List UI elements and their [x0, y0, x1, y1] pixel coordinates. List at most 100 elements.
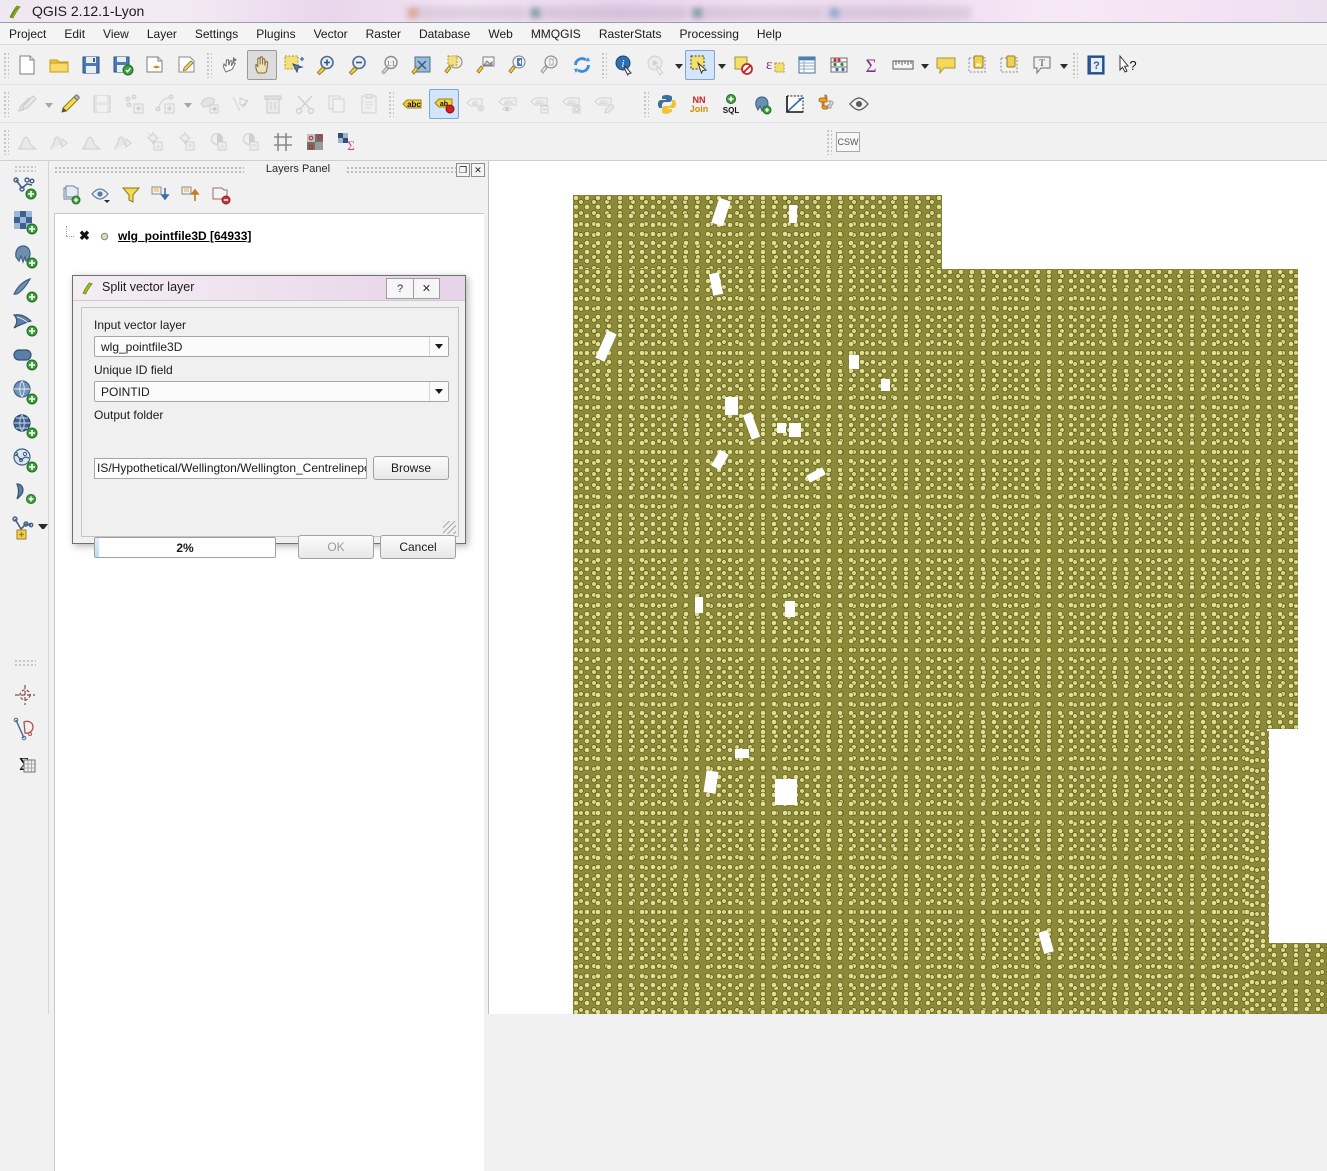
manage-layer-visibility-icon[interactable] — [88, 182, 114, 208]
ok-button[interactable]: OK — [298, 535, 374, 559]
new-vector-layer-icon[interactable] — [9, 512, 41, 544]
increase-contrast-icon[interactable] — [204, 127, 234, 157]
menu-raster[interactable]: Raster — [357, 24, 410, 44]
new-print-composer-icon[interactable] — [140, 50, 170, 80]
raster-histogram-stretch-icon[interactable] — [44, 127, 74, 157]
composer-manager-icon[interactable] — [172, 50, 202, 80]
cancel-button[interactable]: Cancel — [380, 535, 456, 559]
chevron-down-icon[interactable] — [429, 337, 448, 356]
csw-metasearch-icon[interactable]: CSW — [835, 127, 861, 157]
layer-visibility-checkbox[interactable]: ✖ — [77, 228, 92, 244]
menu-rasterstats[interactable]: RasterStats — [590, 24, 671, 44]
nnjoin-icon[interactable]: NN Join — [684, 89, 714, 119]
current-edits-icon[interactable] — [12, 89, 42, 119]
show-hide-labels-icon[interactable]: abc — [493, 89, 523, 119]
zonal-statistics-icon[interactable]: Σ — [9, 747, 41, 779]
remove-layer-icon[interactable] — [208, 182, 234, 208]
panel-close-button[interactable]: ✕ — [471, 163, 485, 177]
move-label-icon[interactable]: abc — [525, 89, 555, 119]
plot-tool-icon[interactable] — [780, 89, 810, 119]
whats-this-icon[interactable]: ? — [1113, 50, 1143, 80]
chevron-down-icon[interactable] — [429, 382, 448, 401]
create-vector-layer-icon[interactable] — [9, 713, 41, 745]
save-layer-edits-icon[interactable] — [87, 89, 117, 119]
select-dropdown-caret[interactable] — [716, 51, 727, 79]
add-spatialite-layer-icon[interactable] — [9, 274, 41, 306]
save-project-as-icon[interactable] — [108, 50, 138, 80]
open-project-icon[interactable] — [44, 50, 74, 80]
increase-brightness-icon[interactable] — [140, 127, 170, 157]
delete-selected-icon[interactable] — [258, 89, 288, 119]
python-console-icon[interactable] — [652, 89, 682, 119]
current-edits-caret[interactable] — [43, 90, 54, 118]
dialog-resize-grip[interactable] — [443, 521, 456, 534]
map-tips-icon[interactable] — [931, 50, 961, 80]
menu-mmqgis[interactable]: MMQGIS — [522, 24, 590, 44]
show-all-layers-icon[interactable] — [844, 89, 874, 119]
pan-to-selection-icon[interactable] — [279, 50, 309, 80]
paste-features-icon[interactable] — [354, 89, 384, 119]
new-bookmark-icon[interactable] — [963, 50, 993, 80]
zoom-native-resolution-icon[interactable]: 1:1 — [375, 50, 405, 80]
menu-settings[interactable]: Settings — [186, 24, 247, 44]
help-contents-icon[interactable]: ? — [1081, 50, 1111, 80]
measure-line-icon[interactable] — [888, 50, 918, 80]
add-line-feature-icon[interactable] — [151, 89, 181, 119]
raster-histogram-icon[interactable] — [12, 127, 42, 157]
zoom-next-icon[interactable] — [535, 50, 565, 80]
new-layer-dropdown-caret[interactable] — [38, 524, 48, 534]
filter-legend-icon[interactable] — [118, 182, 144, 208]
map-canvas[interactable] — [488, 161, 1327, 1014]
add-mssql-layer-icon[interactable] — [9, 308, 41, 340]
deselect-features-icon[interactable] — [728, 50, 758, 80]
measure-dropdown-caret[interactable] — [919, 51, 930, 79]
pin-labels-icon[interactable]: ab — [461, 89, 491, 119]
panel-float-button[interactable]: ❐ — [456, 163, 470, 177]
pan-map-icon[interactable] — [247, 49, 277, 80]
output-folder-input[interactable]: IS/Hypothetical/Wellington/Wellington_Ce… — [94, 458, 367, 479]
new-shapefile-layer-icon[interactable] — [9, 679, 41, 711]
decrease-brightness-icon[interactable] — [172, 127, 202, 157]
add-wfs-layer-icon[interactable] — [9, 444, 41, 476]
add-feature-caret[interactable] — [182, 90, 193, 118]
zoom-in-icon[interactable] — [311, 50, 341, 80]
select-by-expression-icon[interactable]: ε — [760, 50, 790, 80]
menu-vector[interactable]: Vector — [305, 24, 357, 44]
add-feature-icon[interactable] — [119, 89, 149, 119]
feature-action-dropdown-caret[interactable] — [673, 51, 684, 79]
rotate-label-icon[interactable]: abc — [557, 89, 587, 119]
menu-layer[interactable]: Layer — [138, 24, 186, 44]
menu-help[interactable]: Help — [748, 24, 791, 44]
raster-cumulative-stretch-icon[interactable] — [108, 127, 138, 157]
postgis-manager-icon[interactable] — [748, 89, 778, 119]
text-annotation-icon[interactable]: T — [1027, 50, 1057, 80]
change-label-icon[interactable]: abc — [589, 89, 619, 119]
copy-features-icon[interactable] — [322, 89, 352, 119]
save-project-icon[interactable] — [76, 50, 106, 80]
add-delimited-text-layer-icon[interactable] — [9, 478, 41, 510]
menu-processing[interactable]: Processing — [671, 24, 748, 44]
layer-name-label[interactable]: wlg_pointfile3D [64933] — [118, 229, 251, 243]
zoom-to-layer-icon[interactable] — [471, 50, 501, 80]
sql-plus-icon[interactable]: SQL — [716, 89, 746, 119]
run-feature-action-icon[interactable] — [642, 50, 672, 80]
move-feature-icon[interactable] — [194, 89, 224, 119]
menu-project[interactable]: Project — [0, 24, 55, 44]
decrease-contrast-icon[interactable] — [236, 127, 266, 157]
grid-icon[interactable] — [268, 127, 298, 157]
field-calculator-icon[interactable] — [824, 50, 854, 80]
unique-id-field-combo[interactable]: POINTID — [94, 381, 449, 402]
touch-zoom-pan-icon[interactable] — [215, 50, 245, 80]
split-vector-layer-dialog[interactable]: Split vector layer ? ✕ Input vector laye… — [72, 275, 466, 559]
menu-view[interactable]: View — [94, 24, 138, 44]
refresh-icon[interactable] — [567, 50, 597, 80]
zoom-to-selection-icon[interactable] — [439, 50, 469, 80]
identify-features-icon[interactable]: i — [610, 50, 640, 80]
layer-diagram-icon[interactable]: ab — [429, 88, 459, 119]
layer-tree-item-wlg-pointfile3d[interactable]: ✖ wlg_pointfile3D [64933] — [55, 226, 484, 246]
toggle-editing-icon[interactable] — [55, 89, 85, 119]
menu-database[interactable]: Database — [410, 24, 479, 44]
add-oracle-layer-icon[interactable] — [9, 342, 41, 374]
open-attribute-table-icon[interactable] — [792, 50, 822, 80]
collapse-all-icon[interactable] — [178, 182, 204, 208]
